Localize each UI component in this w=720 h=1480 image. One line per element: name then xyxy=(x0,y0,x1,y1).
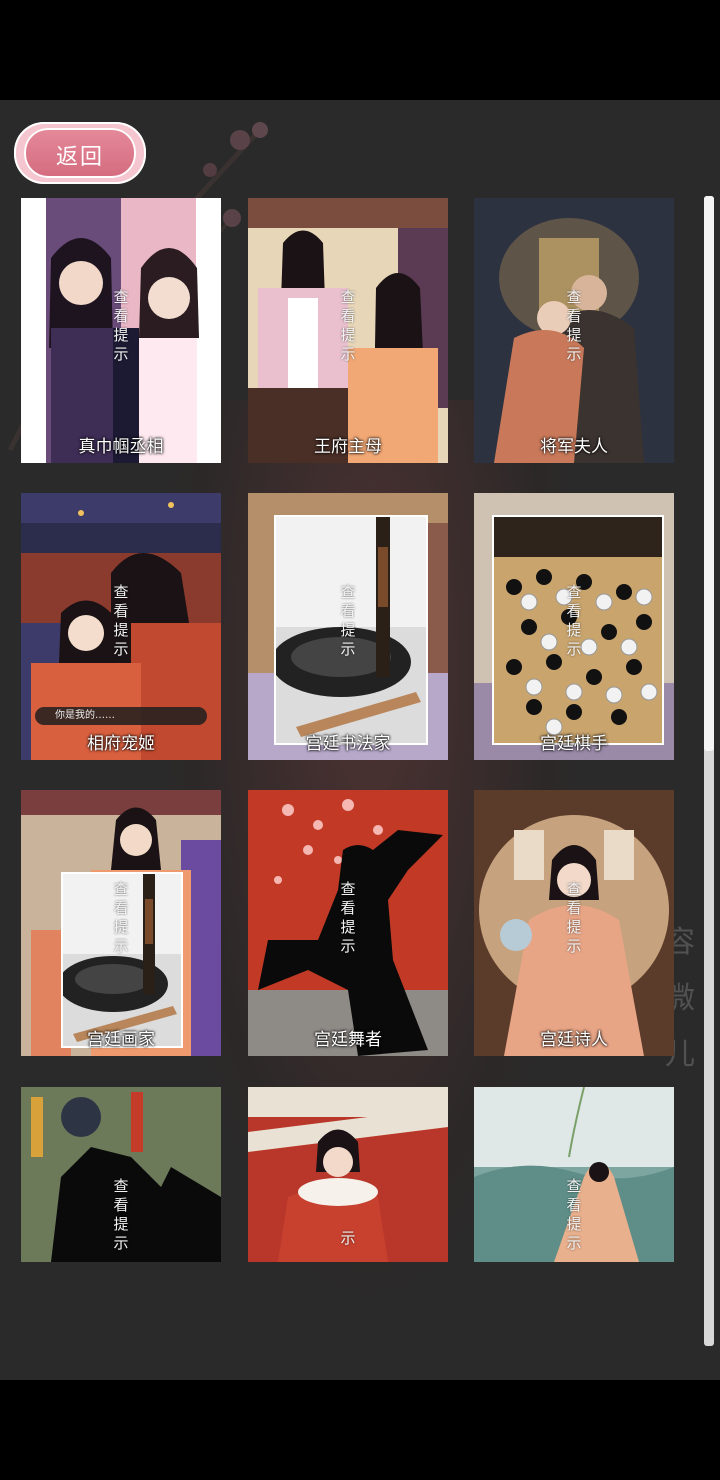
back-button-label: 返回 xyxy=(55,145,104,170)
view-hint: 查 看 提 示 xyxy=(113,288,129,363)
view-hint: 查 看 提 示 xyxy=(113,583,129,658)
card-title: 将军夫人 xyxy=(540,437,608,457)
view-hint: 查 看 提 示 xyxy=(113,880,129,955)
view-hint: 查 看 提 示 xyxy=(566,288,582,363)
card-title: 相府宠姬 xyxy=(87,734,155,754)
card-jiangjun-furen[interactable]: 查 看 提 示 将军夫人 xyxy=(474,198,674,463)
view-hint: 查 看 提 示 xyxy=(566,583,582,658)
card-gongting-shufajia[interactable]: 查 看 提 示 宫廷书法家 xyxy=(248,493,448,760)
view-hint: 示 xyxy=(340,1229,356,1247)
dialog-text: 你是我的…… xyxy=(55,710,115,721)
back-button[interactable]: 返回 xyxy=(14,122,146,184)
scrollbar-thumb[interactable] xyxy=(704,196,714,751)
card-gongting-wuzhe[interactable]: 查 看 提 示 宫廷舞者 xyxy=(248,790,448,1056)
dialog-box: 你是我的…… xyxy=(35,707,207,725)
card-title: 王府主母 xyxy=(314,437,382,457)
card-zhen-jinguo-chengxiang[interactable]: 查 看 提 示 真巾帼丞相 xyxy=(21,198,221,463)
card-gongting-huajia[interactable]: 查 看 提 示 宫廷画家 xyxy=(21,790,221,1056)
scrollbar[interactable] xyxy=(704,196,714,1346)
card-row4-3[interactable]: 查 看 提 示 xyxy=(474,1087,674,1262)
view-hint: 查 看 提 示 xyxy=(113,1177,129,1252)
card-title: 真巾帼丞相 xyxy=(78,437,164,457)
card-row4-2[interactable]: 示 xyxy=(248,1087,448,1262)
card-title: 宫廷画家 xyxy=(87,1030,155,1050)
view-hint: 查 看 提 示 xyxy=(340,583,356,658)
card-row4-1[interactable]: 查 看 提 示 xyxy=(21,1087,221,1262)
card-gongting-shiren[interactable]: 查 看 提 示 宫廷诗人 xyxy=(474,790,674,1056)
card-gongting-qishou[interactable]: 查 看 提 示 宫廷棋手 xyxy=(474,493,674,760)
view-hint: 查 看 提 示 xyxy=(340,880,356,955)
card-title: 宫廷棋手 xyxy=(540,734,608,754)
view-hint: 查 看 提 示 xyxy=(340,288,356,363)
game-screen: 容 微 儿 返回 查 看 提 示 真巾帼丞相 查 看 提 示 王府主母 查 看 … xyxy=(0,100,720,1380)
card-title: 宫廷舞者 xyxy=(314,1030,382,1050)
card-title: 宫廷诗人 xyxy=(540,1030,608,1050)
card-wangfu-zhumu[interactable]: 查 看 提 示 王府主母 xyxy=(248,198,448,463)
view-hint: 查 看 提 示 xyxy=(566,880,582,955)
card-xiangfu-chongji[interactable]: 你是我的…… 查 看 提 示 相府宠姬 xyxy=(21,493,221,760)
card-title: 宫廷书法家 xyxy=(305,734,391,754)
view-hint: 查 看 提 示 xyxy=(566,1177,582,1252)
